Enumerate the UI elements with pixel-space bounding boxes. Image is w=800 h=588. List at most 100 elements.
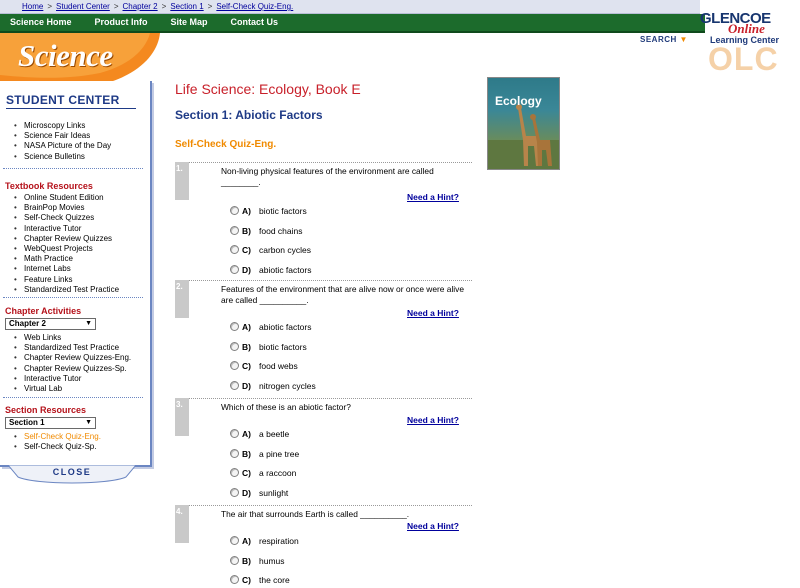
answer-radio[interactable] [230,206,239,215]
answer-radio[interactable] [230,487,239,497]
chapter-select[interactable]: Chapter 2 ▼ [5,318,96,330]
need-a-hint-link[interactable]: Need a Hint? [407,521,459,531]
breadcrumb-link[interactable]: Student Center [56,2,110,11]
answer-letter: D) [242,380,251,391]
sidebar-link[interactable]: Self-Check Quiz-Eng. [14,432,101,442]
sidebar-link[interactable]: NASA Picture of the Day [14,141,111,151]
section-title: Section 1: Abiotic Factors [175,108,323,122]
nav-item[interactable]: Science Home [10,17,72,27]
student-center-divider [6,108,136,109]
answer-letter: A) [242,322,251,332]
giraffe-illustration [488,104,559,169]
answer-radio[interactable] [230,429,239,438]
question-text: Features of the environment that are ali… [221,284,465,305]
answer-radio[interactable] [230,264,239,274]
sidebar-link[interactable]: Chapter Review Quizzes [14,234,119,244]
sidebar-link[interactable]: Microscopy Links [14,121,111,131]
sidebar-link[interactable]: Science Bulletins [14,152,111,162]
answer-radio[interactable] [230,225,239,235]
sidebar-link[interactable]: Feature Links [14,275,119,285]
answer-radio[interactable] [230,322,239,331]
quiz-title: Self-Check Quiz-Eng. [175,139,277,150]
question-text: Non-living physical features of the envi… [221,166,434,187]
need-a-hint-link[interactable]: Need a Hint? [407,192,459,202]
breadcrumb-bar: Home > Student Center > Chapter 2 > Section 1 >… [0,0,700,14]
answer-letter: C) [242,468,251,479]
glencoe-online-logo[interactable]: GLENCOE Online Learning Center OLC [698,2,798,77]
answer-text: a raccoon [259,468,297,479]
sidebar-link[interactable]: Interactive Tutor [14,374,131,384]
chevron-down-icon: ▼ [85,320,92,327]
answer-radio[interactable] [230,361,239,371]
answer-radio[interactable] [230,575,239,585]
answer-text: the core [259,575,290,586]
answer-radio[interactable] [230,245,239,255]
quiz-question: 1. Non-living physical features of the en… [175,162,472,280]
sidebar-link[interactable]: Interactive Tutor [14,224,119,234]
question-number: 3. [175,398,189,436]
close-label: CLOSE [52,467,92,477]
answer-radio[interactable] [230,341,239,351]
breadcrumb-separator: > [113,2,119,11]
sidebar-link[interactable]: Internet Labs [14,264,119,274]
answer-radio[interactable] [230,380,239,390]
answer-text: biotic factors [259,206,307,216]
nav-item[interactable]: Site Map [171,17,208,27]
answer-letter: A) [242,429,251,439]
student-center-title[interactable]: STUDENT CENTER [6,93,120,107]
answer-text: humus [259,555,285,566]
answer-letter: B) [242,555,251,566]
answer-letter: D) [242,264,251,275]
answer-text: nitrogen cycles [259,380,316,391]
answer-text: carbon cycles [259,245,311,256]
textbook-resources-heading: Textbook Resources [5,181,93,191]
breadcrumb: Home > Student Center > Chapter 2 > Section 1 >… [22,1,293,13]
answer-text: biotic factors [259,341,307,352]
answer-text: abiotic factors [259,322,312,332]
answer-text: abiotic factors [259,264,312,275]
sidebar-link[interactable]: Math Practice [14,254,119,264]
quiz-question: 4. The air that surrounds Earth is called… [175,505,472,588]
answer-radio[interactable] [230,555,239,565]
answer-radio[interactable] [230,448,239,458]
need-a-hint-link[interactable]: Need a Hint? [407,308,459,318]
section-resources-links: Self-Check Quiz-Eng.Self-Check Quiz-Sp. [14,432,101,453]
answer-letter: A) [242,536,251,546]
sidebar-divider [3,168,143,169]
section-select[interactable]: Section 1 ▼ [5,417,96,429]
search-link[interactable]: SEARCH ▼ [640,35,688,44]
need-a-hint-link[interactable]: Need a Hint? [407,415,459,425]
book-title: Life Science: Ecology, Book E [175,81,361,97]
science-logo-text[interactable]: Science [18,38,113,74]
sidebar-link[interactable]: Standardized Test Practice [14,343,131,353]
question-text: Which of these is an abiotic factor? [221,402,351,412]
sidebar-link[interactable]: Online Student Edition [14,193,119,203]
sidebar-link[interactable]: BrainPop Movies [14,203,119,213]
sidebar-link[interactable]: WebQuest Projects [14,244,119,254]
sidebar-link[interactable]: Chapter Review Quizzes-Sp. [14,364,131,374]
nav-item[interactable]: Contact Us [231,17,279,27]
sidebar-link[interactable]: Standardized Test Practice [14,285,119,295]
sidebar-link[interactable]: Virtual Lab [14,384,131,394]
question-number: 1. [175,162,189,200]
answer-radio[interactable] [230,468,239,478]
book-cover-image: Ecology [487,77,560,170]
sidebar-link[interactable]: Self-Check Quizzes [14,213,119,223]
quiz-question: 3. Which of these is an abiotic factor? Ne… [175,398,472,516]
olc-logo-text: OLC [708,41,779,77]
breadcrumb-separator: > [47,2,53,11]
answer-radio[interactable] [230,536,239,545]
sidebar-link[interactable]: Chapter Review Quizzes-Eng. [14,353,131,363]
chevron-down-icon: ▼ [85,419,92,426]
close-sidebar-button[interactable]: CLOSE [8,465,136,485]
answer-text: sunlight [259,487,289,498]
nav-item[interactable]: Product Info [95,17,148,27]
sidebar-link[interactable]: Web Links [14,333,131,343]
sidebar-divider [3,297,143,298]
breadcrumb-link[interactable]: Chapter 2 [123,2,158,11]
breadcrumb-link[interactable]: Self-Check Quiz-Eng. [216,2,293,11]
breadcrumb-link[interactable]: Section 1 [170,2,203,11]
sidebar-link[interactable]: Science Fair Ideas [14,131,111,141]
sidebar-link[interactable]: Self-Check Quiz-Sp. [14,442,101,452]
breadcrumb-link[interactable]: Home [22,2,43,11]
